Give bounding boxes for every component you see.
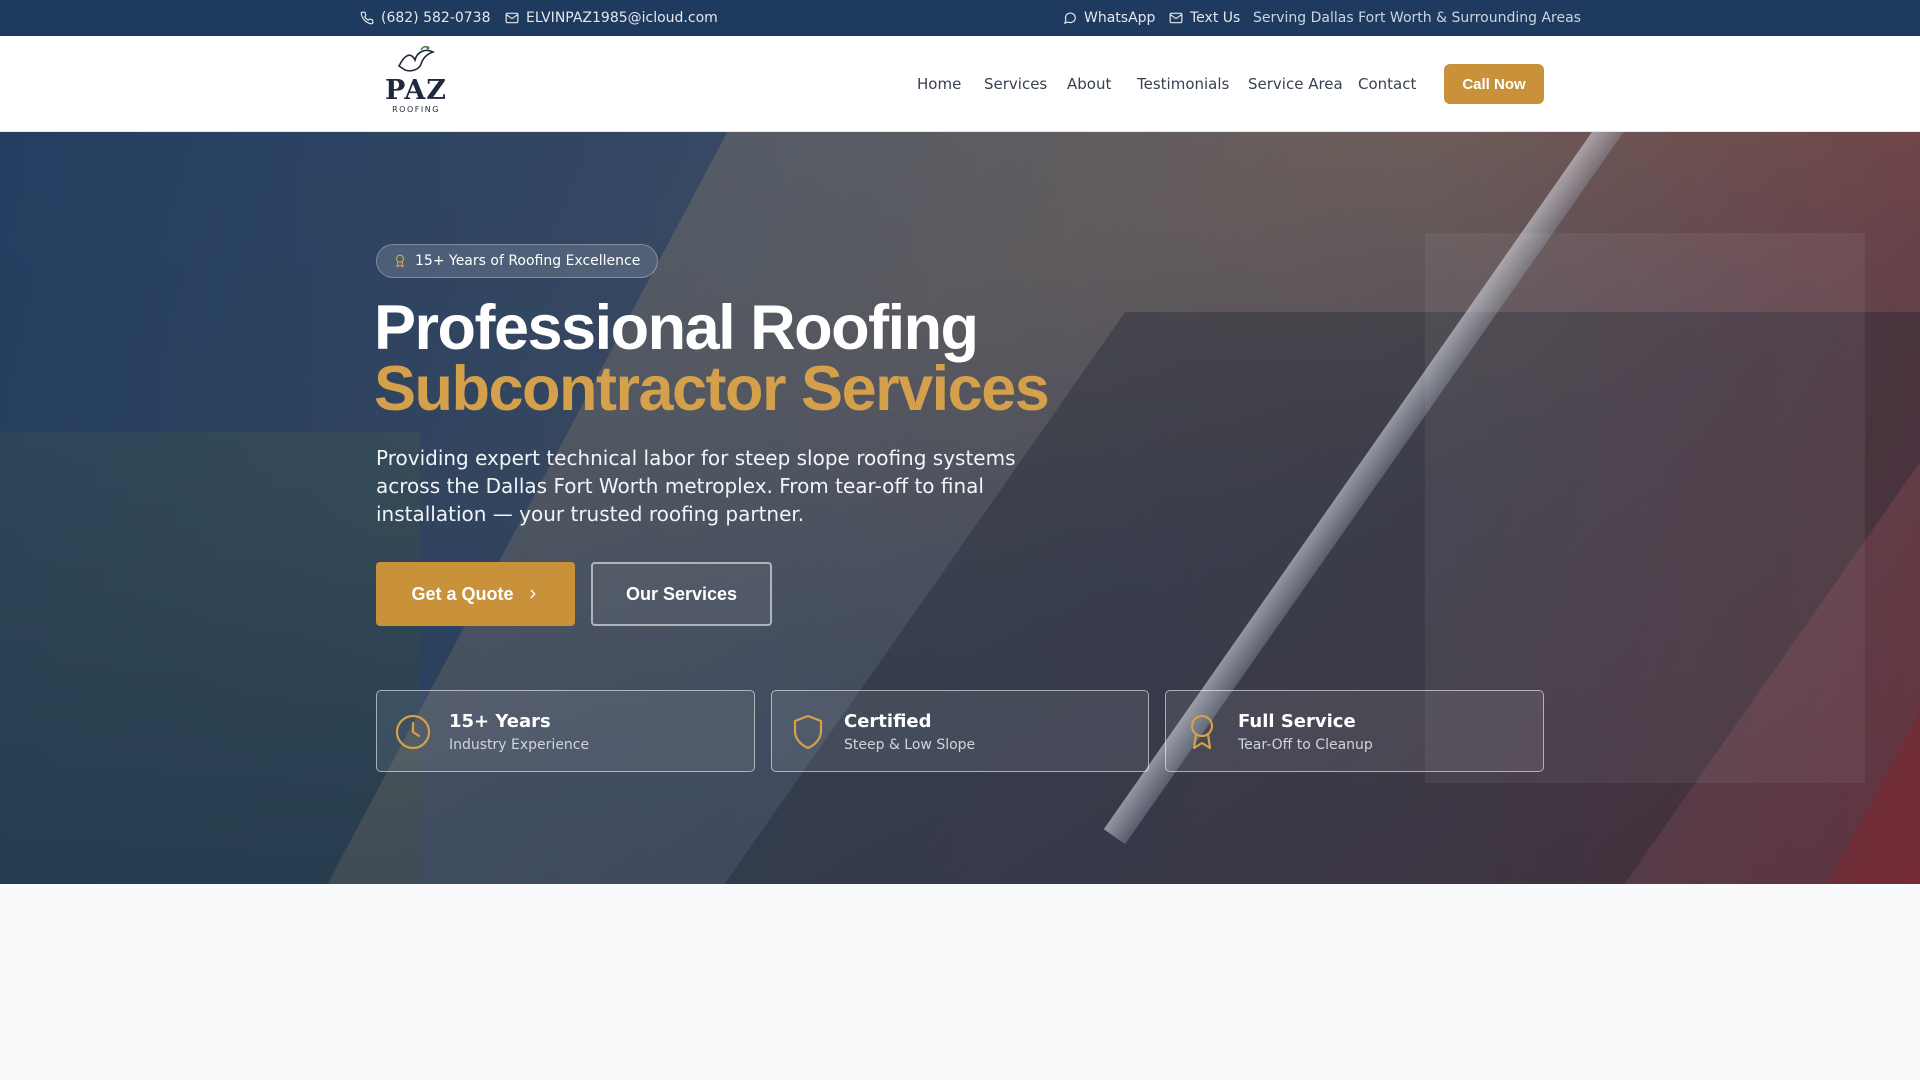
hero-heading-line1: Professional Roofing (374, 293, 979, 363)
message-circle-icon (1064, 12, 1076, 24)
award-icon (1183, 713, 1221, 751)
feature-card-full-service: Full Service Tear-Off to Cleanup (1165, 690, 1544, 772)
feature-title: Certified (844, 711, 932, 732)
get-quote-label: Get a Quote (411, 583, 514, 604)
logo-subtitle: ROOFING (392, 105, 440, 114)
phone-link[interactable]: (682) 582-0738 (360, 0, 491, 36)
dove-logo-icon (397, 45, 436, 72)
hero-background-grass (0, 432, 420, 884)
experience-badge: 15+ Years of Roofing Excellence (376, 244, 659, 278)
phone-icon (360, 11, 374, 25)
feature-subtitle: Tear-Off to Cleanup (1238, 737, 1373, 753)
top-contact-bar: (682) 582-0738 ELVINPAZ1985@icloud.com W… (0, 0, 1920, 36)
whatsapp-label: WhatsApp (1084, 10, 1156, 26)
nav-service-area[interactable]: Service Area (1248, 36, 1343, 132)
nav-home[interactable]: Home (917, 36, 961, 132)
feature-title: Full Service (1238, 711, 1356, 732)
text-us-link[interactable]: Text Us (1169, 0, 1240, 36)
nav-contact[interactable]: Contact (1358, 36, 1416, 132)
clock-icon (394, 713, 432, 751)
email-address: ELVINPAZ1985@icloud.com (526, 10, 718, 26)
our-services-button[interactable]: Our Services (591, 562, 772, 626)
logo[interactable]: PAZ ROOFING (382, 44, 450, 126)
phone-number: (682) 582-0738 (381, 10, 491, 26)
feature-subtitle: Industry Experience (449, 737, 590, 753)
shield-icon (789, 713, 827, 751)
logo-wordmark: PAZ (385, 75, 447, 106)
call-now-button[interactable]: Call Now (1444, 64, 1544, 104)
hero-heading-line2: Subcontractor Services (374, 354, 1050, 424)
hero-section: 15+ Years of Roofing Excellence Professi… (0, 132, 1920, 884)
email-link[interactable]: ELVINPAZ1985@icloud.com (505, 0, 718, 36)
feature-card-experience: 15+ Years Industry Experience (376, 690, 755, 772)
nav-testimonials[interactable]: Testimonials (1137, 36, 1229, 132)
text-us-label: Text Us (1190, 10, 1241, 26)
award-icon (395, 254, 405, 268)
site-header: PAZ ROOFING Home Services About Testimon… (0, 36, 1920, 132)
feature-title: 15+ Years (449, 711, 551, 732)
nav-about[interactable]: About (1067, 36, 1111, 132)
service-area-text: Serving Dallas Fort Worth & Surrounding … (1253, 10, 1581, 26)
hero-description: Providing expert technical labor for ste… (376, 446, 1016, 526)
feature-subtitle: Steep & Low Slope (844, 737, 976, 753)
whatsapp-link[interactable]: WhatsApp (1063, 0, 1155, 36)
hero-heading: Professional Roofing Subcontractor Servi… (374, 293, 1050, 424)
feature-card-certified: Certified Steep & Low Slope (771, 690, 1149, 772)
experience-badge-text: 15+ Years of Roofing Excellence (415, 253, 641, 269)
chevron-right-icon (530, 589, 535, 599)
get-quote-button[interactable]: Get a Quote (376, 562, 575, 626)
nav-services[interactable]: Services (984, 36, 1047, 132)
mail-icon (1169, 12, 1183, 24)
mail-icon (505, 12, 519, 24)
